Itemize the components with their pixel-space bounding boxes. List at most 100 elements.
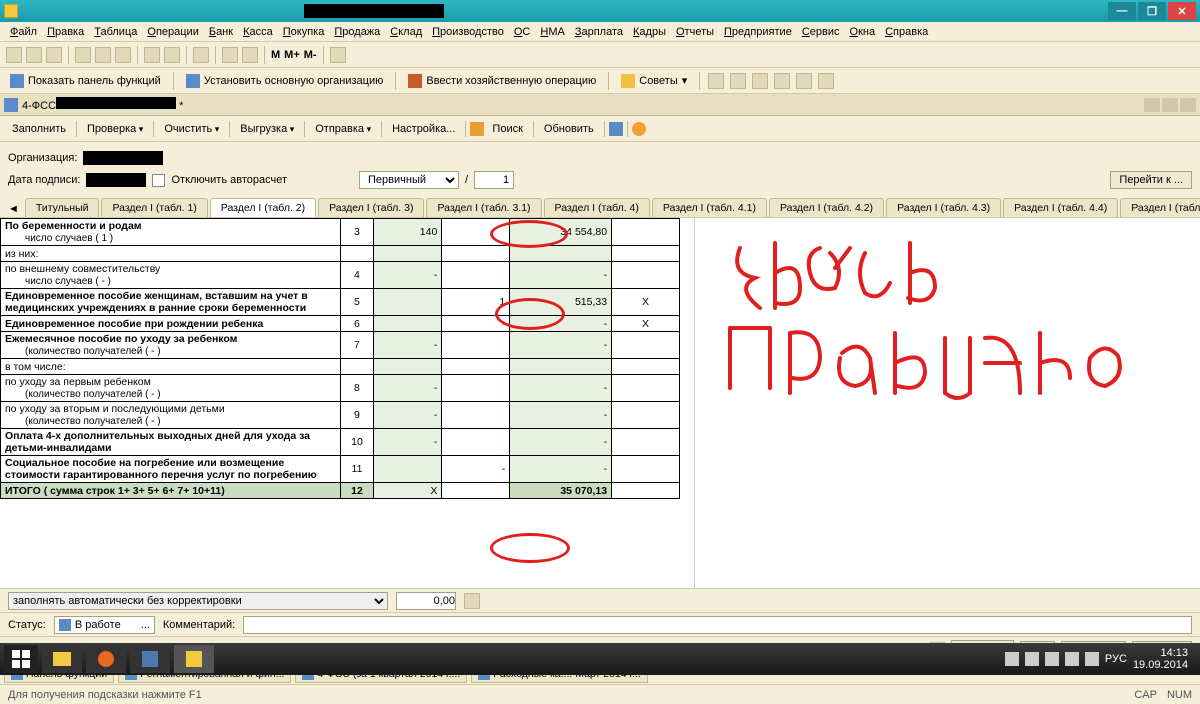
primary-select[interactable]: Первичный [359,171,459,189]
menu-Таблица[interactable]: Таблица [90,24,141,40]
table-row[interactable]: Единовременное пособие женщинам, вставши… [1,289,680,316]
tray-icon-1[interactable] [1005,652,1019,666]
menu-Отчеты[interactable]: Отчеты [672,24,718,40]
tab-5[interactable]: Раздел I (табл. 4) [544,198,650,217]
menu-Предприятие[interactable]: Предприятие [720,24,796,40]
task-1c[interactable] [174,645,214,673]
table-row[interactable]: Социальное пособие на погребение или воз… [1,456,680,483]
help-icon[interactable] [330,47,346,63]
table-row[interactable]: в том числе: [1,359,680,375]
tool-icon-1[interactable] [708,73,724,89]
tab-nav-left[interactable]: ◄ [4,201,23,217]
task-app3[interactable] [130,645,170,673]
advice-button[interactable]: Советы ▾ [617,72,691,90]
tab-1[interactable]: Раздел I (табл. 1) [101,198,207,217]
table-row[interactable]: Единовременное пособие при рождении ребе… [1,316,680,332]
tab-2[interactable]: Раздел I (табл. 2) [210,198,316,217]
table-row[interactable]: по внешнему совместительствучисло случае… [1,262,680,289]
menu-Банк[interactable]: Банк [205,24,237,40]
menu-Склад[interactable]: Склад [386,24,426,40]
comment-input[interactable] [243,616,1192,634]
table-row[interactable]: Ежемесячное пособие по уходу за ребенком… [1,332,680,359]
menu-Кадры[interactable]: Кадры [629,24,670,40]
tab-10[interactable]: Раздел I (табл. 4.5) [1120,198,1200,217]
tray-icon-3[interactable] [1045,652,1059,666]
tray-lang[interactable]: РУС [1105,653,1127,665]
tab-0[interactable]: Титульный [25,198,100,217]
save-icon[interactable] [46,47,62,63]
new-icon[interactable] [6,47,22,63]
upload-button[interactable]: Выгрузка [234,121,300,137]
doc-max-button[interactable] [1162,98,1178,112]
tab-7[interactable]: Раздел I (табл. 4.2) [769,198,884,217]
menu-Касса[interactable]: Касса [239,24,277,40]
tray-network-icon[interactable] [1065,652,1079,666]
value-icon[interactable] [464,593,480,609]
auto-off-checkbox[interactable] [152,174,165,187]
tab-9[interactable]: Раздел I (табл. 4.4) [1003,198,1118,217]
tab-3[interactable]: Раздел I (табл. 3) [318,198,424,217]
paste-icon[interactable] [115,47,131,63]
menu-ОС[interactable]: ОС [510,24,535,40]
table-row[interactable]: по уходу за первым ребенком(количество п… [1,375,680,402]
table-row[interactable]: ИТОГО ( сумма строк 1+ 3+ 5+ 6+ 7+ 10+11… [1,483,680,499]
fill-button[interactable]: Заполнить [6,121,72,137]
tool-icon-6[interactable] [818,73,834,89]
tool-icon-3[interactable] [752,73,768,89]
start-button[interactable] [4,645,38,673]
enter-op-button[interactable]: Ввести хозяйственную операцию [404,72,600,90]
menu-Зарплата[interactable]: Зарплата [571,24,627,40]
menu-Справка[interactable]: Справка [881,24,932,40]
status-select[interactable]: В работе... [54,616,155,634]
doc-min-button[interactable] [1144,98,1160,112]
menu-Производство[interactable]: Производство [428,24,508,40]
show-panel-button[interactable]: Показать панель функций [6,72,165,90]
send-button[interactable]: Отправка [309,121,377,137]
redo-icon[interactable] [164,47,180,63]
menu-Покупка[interactable]: Покупка [279,24,329,40]
tray-icon-2[interactable] [1025,652,1039,666]
cut-icon[interactable] [75,47,91,63]
find-icon[interactable] [193,47,209,63]
table-row[interactable]: Оплата 4-х дополнительных выходных дней … [1,429,680,456]
tool-icon-2[interactable] [730,73,746,89]
open-icon[interactable] [26,47,42,63]
mplus-button[interactable]: M+ [284,49,300,61]
task-firefox[interactable] [86,645,126,673]
menu-Сервис[interactable]: Сервис [798,24,844,40]
refresh-button[interactable]: Обновить [538,121,600,137]
maximize-button[interactable]: ❐ [1138,2,1166,20]
check-button[interactable]: Проверка [81,121,149,137]
goto-button[interactable]: Перейти к ... [1110,171,1192,189]
fill-mode-select[interactable]: заполнять автоматически без корректировк… [8,592,388,610]
settings-button[interactable]: Настройка... [386,121,461,137]
tool-icon-4[interactable] [774,73,790,89]
tab-8[interactable]: Раздел I (табл. 4.3) [886,198,1001,217]
correction-num-input[interactable] [474,171,514,189]
tab-6[interactable]: Раздел I (табл. 4.1) [652,198,767,217]
menu-Правка[interactable]: Правка [43,24,88,40]
menu-Окна[interactable]: Окна [846,24,880,40]
table-row[interactable]: По беременности и родамчисло случаев ( 1… [1,219,680,246]
undo-icon[interactable] [144,47,160,63]
action-icon[interactable] [609,122,623,136]
menu-НМА[interactable]: НМА [536,24,568,40]
calc-icon[interactable] [222,47,238,63]
menu-Продажа[interactable]: Продажа [330,24,384,40]
tray-sound-icon[interactable] [1085,652,1099,666]
tab-4[interactable]: Раздел I (табл. 3.1) [426,198,541,217]
table-row[interactable]: по уходу за вторым и последующими детьми… [1,402,680,429]
close-button[interactable]: ✕ [1168,2,1196,20]
set-org-button[interactable]: Установить основную организацию [182,72,388,90]
tool-icon-5[interactable] [796,73,812,89]
task-explorer[interactable] [42,645,82,673]
table-wrap[interactable]: По беременности и родамчисло случаев ( 1… [0,218,695,588]
table-row[interactable]: из них: [1,246,680,262]
tray-clock[interactable]: 14:1319.09.2014 [1133,647,1188,671]
help-action-icon[interactable] [632,122,646,136]
m-button[interactable]: M [271,49,280,61]
menu-Файл[interactable]: Файл [6,24,41,40]
search-button[interactable]: Поиск [486,121,528,137]
calendar-icon[interactable] [242,47,258,63]
menu-Операции[interactable]: Операции [143,24,202,40]
